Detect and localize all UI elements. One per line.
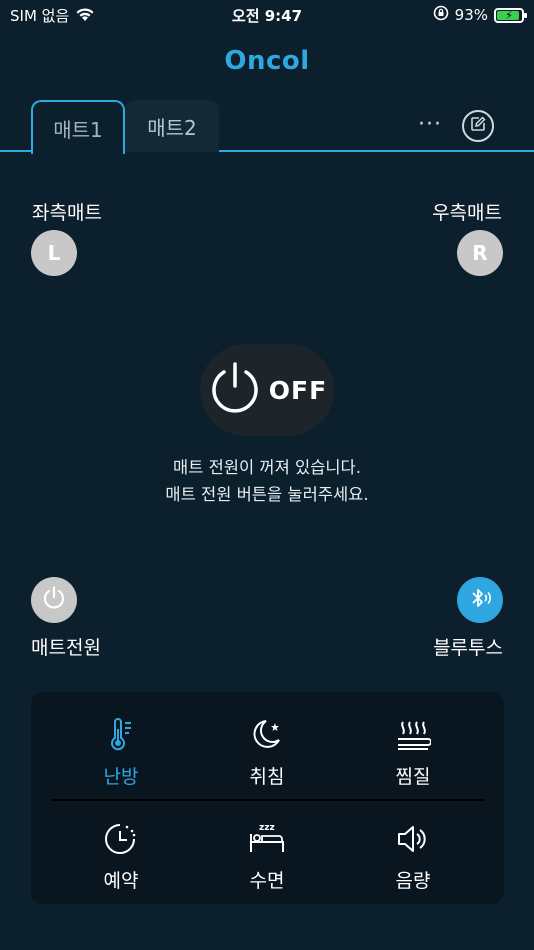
mode-sleep-label: 취침 (249, 766, 285, 788)
power-message-line2: 매트 전원 버튼을 눌러주세요. (165, 485, 369, 504)
brand-logo: Oncol (224, 46, 310, 76)
battery-icon: ⚡ (494, 7, 527, 23)
power-icon (41, 585, 67, 615)
clock-icon (103, 822, 139, 860)
mode-panel: 난방 취침 찜질 예약 zzz 수면 음량 (31, 692, 504, 904)
edit-icon (470, 116, 486, 136)
mat-power-button[interactable] (31, 577, 77, 623)
power-icon (207, 360, 263, 420)
tab-mat2[interactable]: 매트2 (125, 100, 219, 152)
mat-power-label: 매트전원 (31, 637, 101, 659)
mode-rest-button[interactable]: zzz 수면 (217, 822, 317, 893)
mode-schedule-button[interactable]: 예약 (71, 822, 171, 893)
mode-steam-label: 찜질 (395, 766, 431, 788)
mode-steam-button[interactable]: 찜질 (363, 718, 463, 789)
tab-mat1[interactable]: 매트1 (31, 100, 125, 154)
steam-icon (395, 718, 432, 756)
power-state: OFF (268, 375, 328, 405)
speaker-icon (395, 822, 431, 860)
mat-tabs: 매트1 매트2 (0, 100, 534, 154)
bluetooth-label: 블루투스 (433, 637, 503, 659)
power-message-line1: 매트 전원이 꺼져 있습니다. (173, 458, 361, 477)
bluetooth-button[interactable] (457, 577, 503, 623)
mode-heating-label: 난방 (103, 766, 139, 788)
left-mat-label: 좌측매트 (32, 202, 102, 224)
edit-button[interactable] (462, 110, 494, 142)
right-mat-label: 우측매트 (432, 202, 502, 224)
bluetooth-icon (467, 585, 493, 615)
moon-star-icon (249, 718, 285, 756)
mode-volume-button[interactable]: 음량 (363, 822, 463, 893)
battery-percent: 93% (454, 6, 488, 24)
more-button[interactable]: ··· (418, 112, 442, 137)
mode-volume-label: 음량 (395, 870, 431, 892)
thermometer-icon (103, 718, 139, 756)
orientation-lock-icon (433, 5, 449, 25)
mode-rest-label: 수면 (249, 870, 285, 892)
mode-schedule-label: 예약 (103, 870, 139, 892)
left-mat-button[interactable]: L (31, 230, 77, 276)
mode-sleep-button[interactable]: 취침 (217, 718, 317, 789)
main-power-button[interactable]: OFF (200, 344, 334, 436)
panel-divider (51, 799, 484, 801)
right-mat-button[interactable]: R (457, 230, 503, 276)
status-bar: SIM 없음 오전 9:47 93% ⚡ (0, 0, 534, 30)
app-header: Oncol (0, 46, 534, 76)
svg-text:zzz: zzz (259, 823, 275, 833)
mode-heating-button[interactable]: 난방 (71, 718, 171, 789)
sleep-bed-icon: zzz (249, 822, 285, 860)
status-right: 93% ⚡ (433, 5, 527, 25)
